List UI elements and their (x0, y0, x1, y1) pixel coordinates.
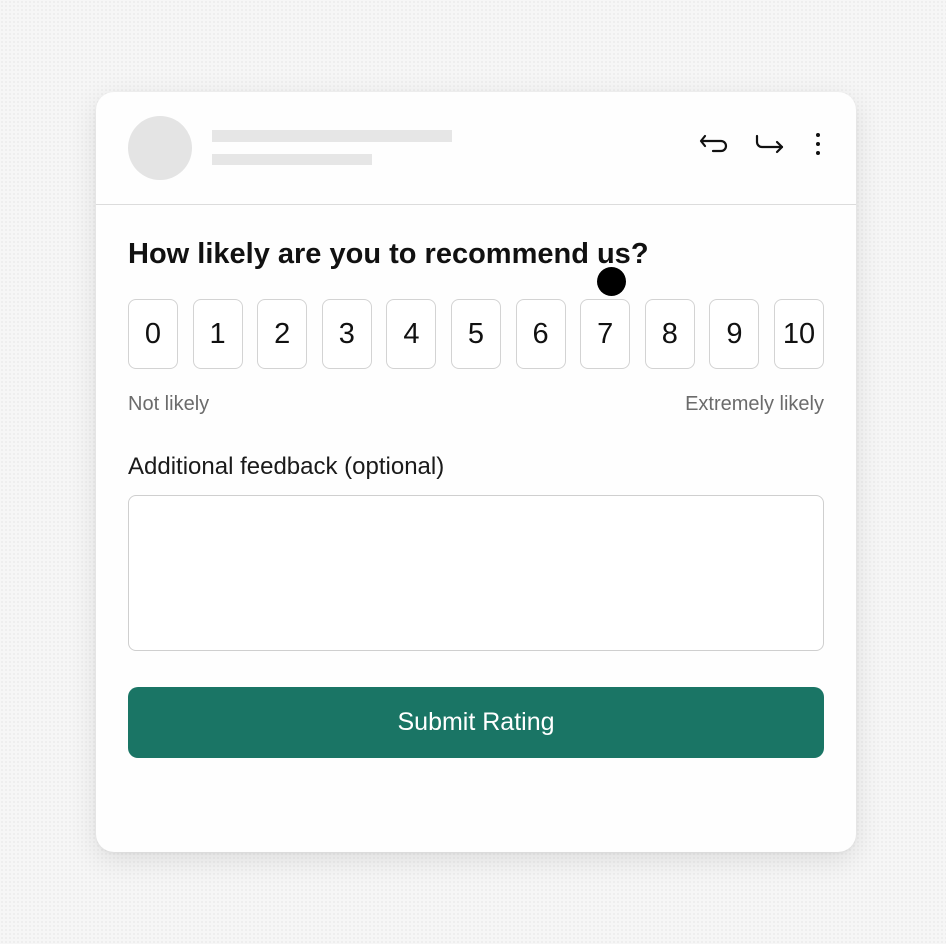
skeleton-title-line (212, 130, 452, 142)
scale-min-label: Not likely (128, 393, 210, 415)
forward-icon[interactable] (754, 128, 786, 160)
cursor-indicator (597, 267, 626, 296)
scale-max-label: Extremely likely (685, 393, 824, 415)
rating-scale: 0 1 2 3 4 5 6 7 8 9 10 (128, 299, 824, 371)
rating-option-9[interactable]: 9 (709, 299, 760, 369)
rating-option-10[interactable]: 10 (774, 299, 824, 369)
survey-question: How likely are you to recommend us? (128, 238, 649, 270)
skeleton-subtitle-line (212, 154, 372, 165)
rating-option-4[interactable]: 4 (386, 299, 437, 369)
feedback-label: Additional feedback (optional) (128, 453, 445, 480)
rating-option-1[interactable]: 1 (192, 299, 243, 369)
rating-option-7[interactable]: 7 (580, 299, 631, 369)
feedback-textarea[interactable] (128, 495, 824, 651)
rating-option-3[interactable]: 3 (321, 299, 372, 369)
rating-option-8[interactable]: 8 (644, 299, 695, 369)
card-header (96, 92, 856, 205)
rating-option-6[interactable]: 6 (515, 299, 566, 369)
submit-rating-button[interactable]: Submit Rating (128, 687, 824, 758)
rating-option-0[interactable]: 0 (128, 299, 178, 369)
rating-card: How likely are you to recommend us? 0123… (96, 92, 856, 852)
more-vertical-icon[interactable] (802, 128, 834, 160)
avatar-placeholder (128, 116, 192, 180)
rating-option-2[interactable]: 2 (257, 299, 308, 369)
rating-option-5[interactable]: 5 (451, 299, 501, 369)
reply-icon[interactable] (698, 128, 730, 160)
